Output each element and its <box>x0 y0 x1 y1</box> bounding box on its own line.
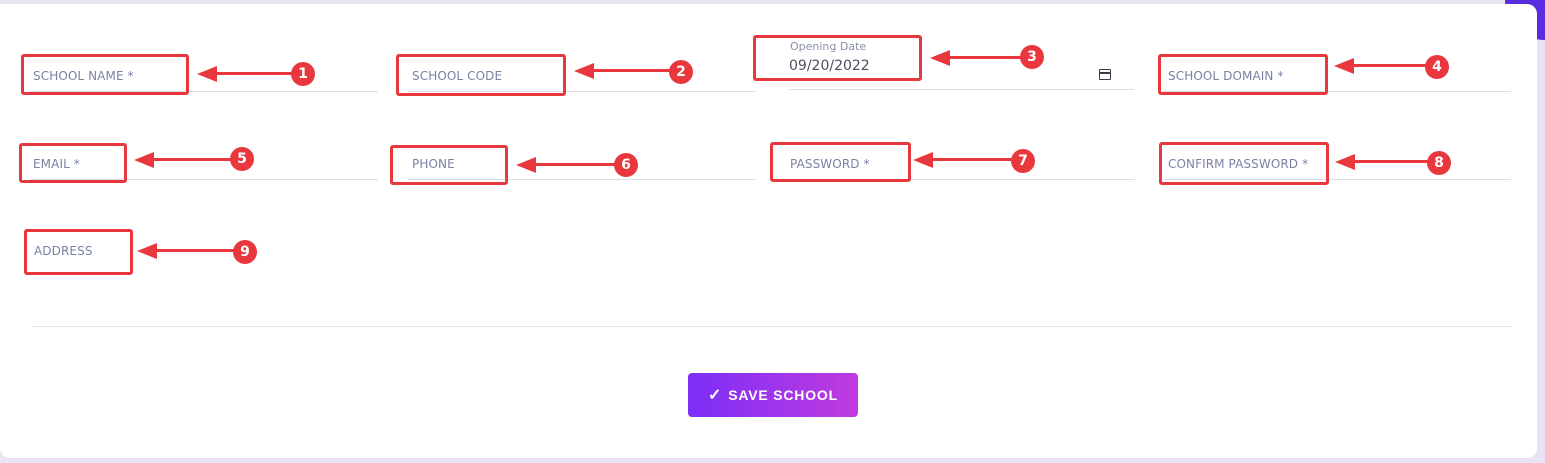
opening-date-underline <box>789 88 1134 90</box>
annotation-badge-7: 7 <box>1011 149 1035 173</box>
arrow-line-9 <box>154 249 234 252</box>
annotation-box-opening-date <box>753 35 922 81</box>
arrow-line-3 <box>947 56 1021 59</box>
arrow-line-5 <box>151 158 231 161</box>
annotation-box-address <box>24 229 133 275</box>
arrow-line-8 <box>1352 160 1428 163</box>
checkmark-icon: ✓ <box>708 387 723 404</box>
annotation-badge-3: 3 <box>1020 45 1044 69</box>
save-school-label: SAVE SCHOOL <box>728 387 838 403</box>
annotation-box-password <box>770 142 911 182</box>
arrow-line-2 <box>591 69 670 72</box>
annotation-badge-5: 5 <box>230 147 254 171</box>
annotation-badge-4: 4 <box>1425 55 1449 79</box>
annotation-box-confirm-password <box>1159 142 1329 185</box>
annotation-badge-9: 9 <box>233 240 257 264</box>
school-form-card: SCHOOL NAME * SCHOOL CODE Opening Date 0… <box>0 4 1537 458</box>
save-school-button[interactable]: ✓ SAVE SCHOOL <box>688 373 858 417</box>
arrow-line-7 <box>930 158 1012 161</box>
arrow-line-6 <box>533 163 615 166</box>
annotation-box-phone <box>390 145 508 185</box>
annotation-badge-8: 8 <box>1427 151 1451 175</box>
annotation-box-school-name <box>21 54 189 95</box>
form-divider <box>33 326 1512 327</box>
arrow-line-1 <box>214 72 292 75</box>
annotation-box-school-code <box>396 54 566 96</box>
calendar-icon[interactable] <box>1099 69 1111 80</box>
arrow-line-4 <box>1350 64 1427 67</box>
annotation-box-school-domain <box>1158 54 1328 95</box>
annotation-box-email <box>19 143 127 183</box>
annotation-badge-2: 2 <box>669 60 693 84</box>
annotation-badge-6: 6 <box>614 153 638 177</box>
annotation-badge-1: 1 <box>291 62 315 86</box>
